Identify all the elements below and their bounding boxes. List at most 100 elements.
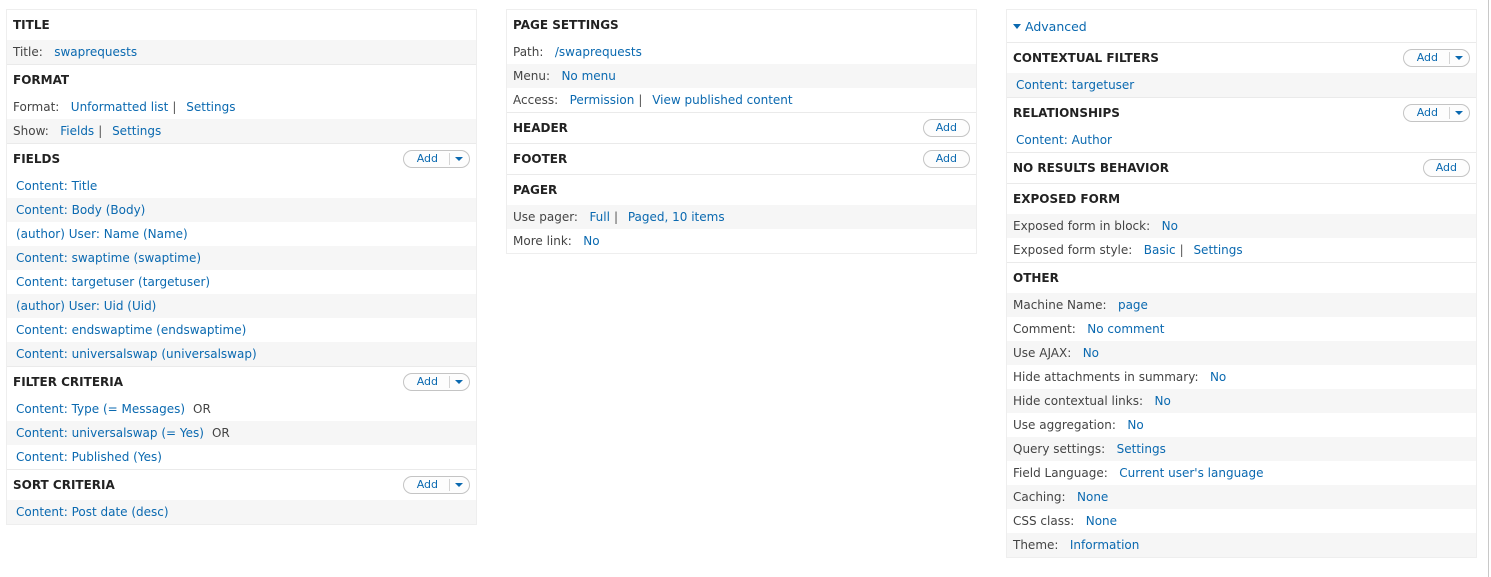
contextual-filters-add-dropdown-toggle[interactable] (1449, 52, 1469, 64)
add-button-label[interactable]: Add (924, 151, 969, 167)
chevron-down-icon (455, 380, 463, 384)
section-header: HEADER Add (507, 112, 976, 143)
setting-row-access: Access: Permission | View published conte… (507, 88, 976, 112)
sort-add-dropdown-toggle[interactable] (449, 479, 469, 491)
filter-add-dropdown-toggle[interactable] (449, 376, 469, 388)
hide-attachments-link[interactable]: No (1210, 370, 1226, 384)
setting-label: Use aggregation: (1013, 418, 1124, 432)
filter-item: Content: Type (= Messages) OR (7, 397, 476, 421)
no-results-add-button[interactable]: Add (1422, 159, 1470, 177)
css-class-link[interactable]: None (1086, 514, 1117, 528)
use-aggregation-link[interactable]: No (1127, 418, 1143, 432)
setting-row-machine-name: Machine Name: page (1007, 293, 1476, 317)
field-item-link[interactable]: Content: Title (16, 179, 97, 193)
setting-label: Title: (13, 45, 51, 59)
add-button-label[interactable]: Add (404, 477, 449, 493)
exposed-in-block-link[interactable]: No (1162, 219, 1178, 233)
use-pager-link[interactable]: Full (589, 210, 610, 224)
setting-row-hide-attachments: Hide attachments in summary: No (1007, 365, 1476, 389)
comment-link[interactable]: No comment (1087, 322, 1164, 336)
sort-item-link[interactable]: Content: Post date (desc) (16, 505, 169, 519)
relationships-add-dropdown-toggle[interactable] (1449, 107, 1469, 119)
setting-label: Exposed form style: (1013, 243, 1140, 257)
footer-add-button[interactable]: Add (922, 150, 970, 168)
relationship-link[interactable]: Content: Author (1016, 133, 1112, 147)
field-item: Content: targetuser (targetuser) (7, 270, 476, 294)
caching-link[interactable]: None (1077, 490, 1108, 504)
add-button-label[interactable]: Add (924, 120, 969, 136)
filter-operator: OR (193, 402, 211, 416)
add-button-label[interactable]: Add (404, 151, 449, 167)
title-value-link[interactable]: swaprequests (54, 45, 137, 59)
setting-row-menu: Menu: No menu (507, 64, 976, 88)
section-contextual-filters: CONTEXTUAL FILTERS Add Content: targetus… (1007, 42, 1476, 97)
pager-detail-link[interactable]: Paged, 10 items (628, 210, 725, 224)
chevron-down-icon (455, 483, 463, 487)
menu-link[interactable]: No menu (561, 69, 615, 83)
access-detail-link[interactable]: View published content (652, 93, 792, 107)
triangle-down-icon (1013, 24, 1021, 29)
setting-label: Show: (13, 124, 57, 138)
setting-row-comment: Comment: No comment (1007, 317, 1476, 341)
add-button-label[interactable]: Add (404, 374, 449, 390)
add-button-label[interactable]: Add (1404, 50, 1449, 66)
show-value-link[interactable]: Fields (60, 124, 94, 138)
machine-name-link[interactable]: page (1118, 298, 1148, 312)
filter-item-link[interactable]: Content: universalswap (= Yes) (16, 426, 204, 440)
field-item-link[interactable]: Content: universalswap (universalswap) (16, 347, 257, 361)
add-button-label[interactable]: Add (1404, 105, 1449, 121)
section-heading: TITLE (13, 18, 50, 32)
add-button-label[interactable]: Add (1424, 160, 1469, 176)
filter-add-button[interactable]: Add (402, 373, 470, 391)
field-item: Content: Title (7, 174, 476, 198)
fields-add-dropdown-toggle[interactable] (449, 153, 469, 165)
contextual-filters-add-button[interactable]: Add (1402, 49, 1470, 67)
contextual-filter-link[interactable]: Content: targetuser (1016, 78, 1134, 92)
field-item-link[interactable]: (author) User: Name (Name) (16, 227, 188, 241)
field-item-link[interactable]: Content: Body (Body) (16, 203, 145, 217)
field-item-link[interactable]: Content: targetuser (targetuser) (16, 275, 210, 289)
filter-item-link[interactable]: Content: Type (= Messages) (16, 402, 185, 416)
setting-row-hide-contextual-links: Hide contextual links: No (1007, 389, 1476, 413)
filter-item-link[interactable]: Content: Published (Yes) (16, 450, 162, 464)
chevron-down-icon (1455, 56, 1463, 60)
format-value-link[interactable]: Unformatted list (71, 100, 169, 114)
field-language-link[interactable]: Current user's language (1119, 466, 1263, 480)
exposed-style-settings-link[interactable]: Settings (1193, 243, 1242, 257)
separator: | (638, 93, 643, 107)
section-heading: CONTEXTUAL FILTERS (1013, 51, 1159, 65)
path-link[interactable]: /swaprequests (555, 45, 642, 59)
header-add-button[interactable]: Add (922, 119, 970, 137)
exposed-style-link[interactable]: Basic (1144, 243, 1176, 257)
field-item-link[interactable]: Content: endswaptime (endswaptime) (16, 323, 246, 337)
more-link-link[interactable]: No (583, 234, 599, 248)
setting-row-more-link: More link: No (507, 229, 976, 253)
setting-row-theme: Theme: Information (1007, 533, 1476, 557)
hide-contextual-links-link[interactable]: No (1154, 394, 1170, 408)
section-heading: OTHER (1013, 271, 1059, 285)
use-ajax-link[interactable]: No (1083, 346, 1099, 360)
setting-row-show: Show: Fields | Settings (7, 119, 476, 143)
setting-label: Machine Name: (1013, 298, 1115, 312)
advanced-toggle[interactable]: Advanced (1007, 10, 1476, 42)
section-pager: PAGER Use pager: Full | Paged, 10 items M… (507, 174, 976, 253)
access-link[interactable]: Permission (570, 93, 635, 107)
column-first: TITLE Title: swaprequests FORMAT Format:… (6, 9, 477, 525)
advanced-label[interactable]: Advanced (1025, 19, 1087, 34)
setting-label: Path: (513, 45, 552, 59)
setting-label: Comment: (1013, 322, 1084, 336)
sort-add-button[interactable]: Add (402, 476, 470, 494)
theme-information-link[interactable]: Information (1070, 538, 1139, 552)
setting-label: Exposed form in block: (1013, 219, 1158, 233)
field-item-link[interactable]: (author) User: Uid (Uid) (16, 299, 156, 313)
section-page-settings: PAGE SETTINGS Path: /swaprequests Menu: … (507, 10, 976, 112)
setting-row-css-class: CSS class: None (1007, 509, 1476, 533)
field-item-link[interactable]: Content: swaptime (swaptime) (16, 251, 201, 265)
column-third: Advanced CONTEXTUAL FILTERS Add Content:… (1006, 9, 1477, 558)
fields-add-button[interactable]: Add (402, 150, 470, 168)
show-settings-link[interactable]: Settings (112, 124, 161, 138)
format-settings-link[interactable]: Settings (186, 100, 235, 114)
relationships-add-button[interactable]: Add (1402, 104, 1470, 122)
section-heading: NO RESULTS BEHAVIOR (1013, 161, 1169, 175)
query-settings-link[interactable]: Settings (1117, 442, 1166, 456)
